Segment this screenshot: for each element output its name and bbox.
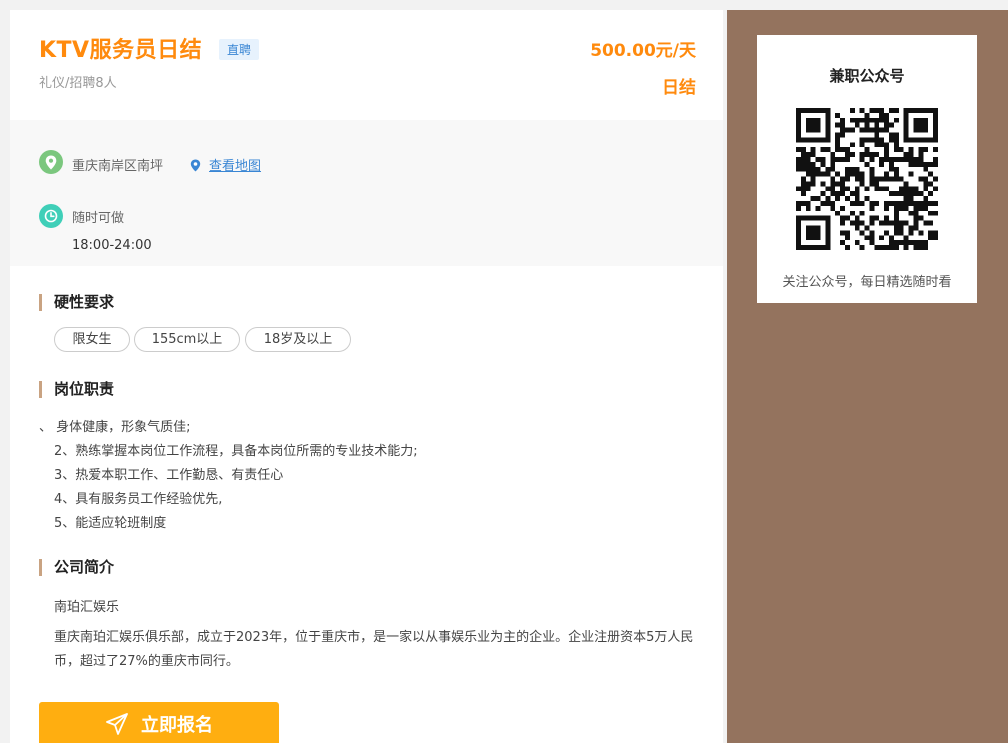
location-icon <box>39 150 63 174</box>
requirement-tag: 18岁及以上 <box>245 327 351 352</box>
job-title: KTV服务员日结 <box>39 38 203 63</box>
map-pin-icon[interactable] <box>190 157 201 176</box>
settlement-type: 日结 <box>662 78 696 98</box>
job-info-box: 重庆南岸区南坪 查看地图 随时可做 18:00-24:00 <box>10 120 723 266</box>
duty-item: 3、热爱本职工作、工作勤恳、有责任心 <box>54 468 284 483</box>
job-category: 礼仪/招聘8人 <box>39 76 117 91</box>
qr-card: 兼职公众号 关注公众号，每日精选随时看 <box>757 35 977 303</box>
company-heading: 公司简介 <box>39 559 114 576</box>
salary: 500.00元/天 <box>590 41 696 61</box>
qr-code <box>796 108 938 250</box>
duty-item: 4、具有服务员工作经验优先, <box>54 492 223 507</box>
apply-button[interactable]: 立即报名 <box>39 702 279 743</box>
duty-item: 5、能适应轮班制度 <box>54 516 167 531</box>
apply-button-label: 立即报名 <box>141 715 213 736</box>
requirements-heading: 硬性要求 <box>39 294 114 311</box>
company-description: 重庆南珀汇娱乐俱乐部，成立于2023年，位于重庆市，是一家以从事娱乐业为主的企业… <box>54 630 694 669</box>
requirement-tag: 155cm以上 <box>134 327 240 352</box>
direct-hire-badge: 直聘 <box>219 39 260 60</box>
qr-title: 兼职公众号 <box>829 67 905 85</box>
paper-plane-icon <box>106 713 128 735</box>
clock-icon <box>39 204 63 228</box>
duty-item: 2、熟练掌握本岗位工作流程，具备本岗位所需的专业技术能力; <box>54 444 418 459</box>
requirement-tag: 限女生 <box>54 327 130 352</box>
work-time-label: 随时可做 <box>72 211 125 226</box>
sidebar: 兼职公众号 关注公众号，每日精选随时看 <box>727 10 1008 743</box>
address: 重庆南岸区南坪 <box>72 159 164 174</box>
view-map-link[interactable]: 查看地图 <box>209 155 261 174</box>
work-time-range: 18:00-24:00 <box>72 238 152 253</box>
duties-heading: 岗位职责 <box>39 381 114 398</box>
company-name: 南珀汇娱乐 <box>54 600 120 615</box>
duty-item: 、 身体健康，形象气质佳; <box>39 420 191 435</box>
qr-caption: 关注公众号，每日精选随时看 <box>782 275 952 290</box>
job-detail-card: KTV服务员日结 直聘 礼仪/招聘8人 500.00元/天 日结 重庆南岸区南坪… <box>10 10 723 743</box>
